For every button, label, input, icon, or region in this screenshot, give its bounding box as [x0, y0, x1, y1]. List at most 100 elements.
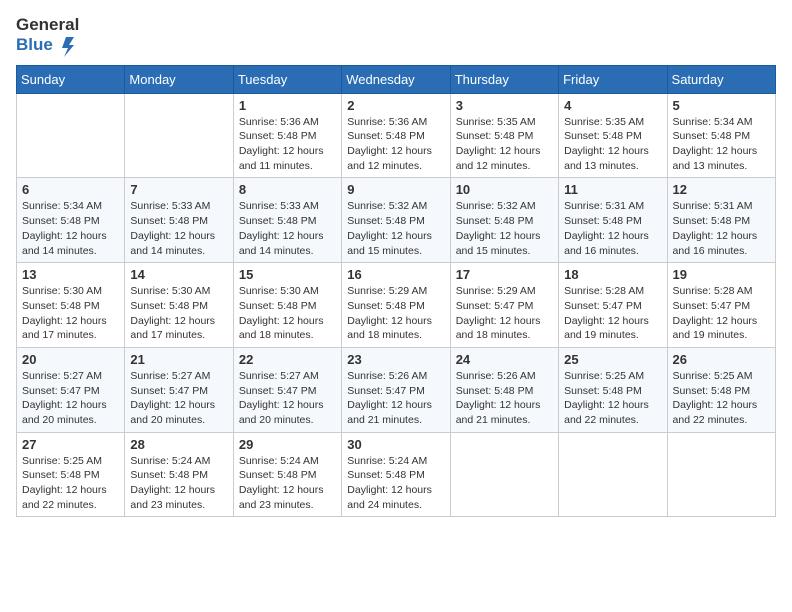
calendar-cell: 12Sunrise: 5:31 AMSunset: 5:48 PMDayligh… — [667, 178, 775, 263]
calendar-cell: 8Sunrise: 5:33 AMSunset: 5:48 PMDaylight… — [233, 178, 341, 263]
calendar-week-row: 6 Sunrise: 5:34 AMSunset: 5:48 PMDaylight… — [17, 178, 776, 263]
calendar-cell: 28 Sunrise: 5:24 AMSunset: 5:48 PMDayligh… — [125, 432, 233, 517]
sunset-text: Sunset: 5:48 PM — [564, 385, 642, 397]
col-header-thursday: Thursday — [450, 65, 558, 93]
sunrise-text: Sunrise: 5:24 AM — [347, 455, 427, 467]
col-header-tuesday: Tuesday — [233, 65, 341, 93]
day-number: 15 — [239, 267, 336, 282]
day-info: Sunrise: 5:28 AMSunset: 5:47 PMDaylight:… — [564, 284, 661, 343]
sunrise-text: Sunrise: 5:33 AM — [239, 200, 319, 212]
sunrise-text: Sunrise: 5:29 AM — [347, 285, 427, 297]
col-header-wednesday: Wednesday — [342, 65, 450, 93]
calendar-cell: 27Sunrise: 5:25 AMSunset: 5:48 PMDayligh… — [17, 432, 125, 517]
sunrise-text: Sunrise: 5:25 AM — [22, 455, 102, 467]
day-number: 23 — [347, 352, 444, 367]
sunrise-text: Sunrise: 5:24 AM — [239, 455, 319, 467]
day-number: 12 — [673, 182, 770, 197]
day-number: 5 — [673, 98, 770, 113]
sunrise-text: Sunrise: 5:24 AM — [130, 455, 210, 467]
sunset-text: Sunset: 5:48 PM — [347, 300, 425, 312]
daylight-text: Daylight: 12 hours and 21 minutes. — [347, 399, 432, 426]
day-number: 3 — [456, 98, 553, 113]
day-number: 17 — [456, 267, 553, 282]
day-number: 14 — [130, 267, 227, 282]
day-info: Sunrise: 5:29 AMSunset: 5:47 PMDaylight:… — [456, 284, 553, 343]
calendar-cell — [450, 432, 558, 517]
sunrise-text: Sunrise: 5:28 AM — [564, 285, 644, 297]
daylight-text: Daylight: 12 hours and 17 minutes. — [22, 315, 107, 342]
day-info: Sunrise: 5:26 AMSunset: 5:48 PMDaylight:… — [456, 369, 553, 428]
calendar-week-row: 13Sunrise: 5:30 AMSunset: 5:48 PMDayligh… — [17, 263, 776, 348]
sunrise-text: Sunrise: 5:32 AM — [347, 200, 427, 212]
day-info: Sunrise: 5:32 AMSunset: 5:48 PMDaylight:… — [347, 199, 444, 258]
day-info: Sunrise: 5:25 AM Sunset: 5:48 PM Daylight:… — [22, 454, 119, 513]
sunset-text: Sunset: 5:48 PM — [22, 300, 100, 312]
sunrise-text: Sunrise: 5:34 AM — [673, 116, 753, 128]
daylight-text: Daylight: 12 hours and 14 minutes. — [239, 230, 324, 257]
calendar-cell: 19Sunrise: 5:28 AMSunset: 5:47 PMDayligh… — [667, 263, 775, 348]
sunrise-text: Sunrise: 5:25 AM — [673, 370, 753, 382]
sunset-text: Sunset: 5:48 PM — [22, 215, 100, 227]
sunset-text: Sunset: 5:48 PM — [673, 130, 751, 142]
calendar-cell: 17 Sunrise: 5:29 AMSunset: 5:47 PMDayligh… — [450, 263, 558, 348]
sunrise-text: Sunrise: 5:36 AM — [239, 116, 319, 128]
col-header-friday: Friday — [559, 65, 667, 93]
day-info: Sunrise: 5:35 AMSunset: 5:48 PMDaylight:… — [456, 115, 553, 174]
sunset-text: Sunset: 5:48 PM — [564, 130, 642, 142]
calendar-cell — [17, 93, 125, 178]
day-number: 28 — [130, 437, 227, 452]
day-number: 13 — [22, 267, 119, 282]
daylight-text: Daylight: 12 hours and 22 minutes. — [22, 484, 107, 511]
calendar-cell: 18Sunrise: 5:28 AMSunset: 5:47 PMDayligh… — [559, 263, 667, 348]
day-info: Sunrise: 5:24 AMSunset: 5:48 PMDaylight:… — [130, 454, 227, 513]
day-info: Sunrise: 5:36 AMSunset: 5:48 PMDaylight:… — [347, 115, 444, 174]
day-number: 20 — [22, 352, 119, 367]
day-number: 7 — [130, 182, 227, 197]
day-info: Sunrise: 5:30 AMSunset: 5:48 PMDaylight:… — [239, 284, 336, 343]
sunrise-text: Sunrise: 5:28 AM — [673, 285, 753, 297]
sunrise-text: Sunrise: 5:25 AM — [564, 370, 644, 382]
day-number: 22 — [239, 352, 336, 367]
sunset-text: Sunset: 5:48 PM — [239, 130, 317, 142]
sunset-text: Sunset: 5:47 PM — [564, 300, 642, 312]
sunset-text: Sunset: 5:48 PM — [673, 215, 751, 227]
day-number: 10 — [456, 182, 553, 197]
calendar-cell: 26Sunrise: 5:25 AMSunset: 5:48 PMDayligh… — [667, 347, 775, 432]
sunset-text: Sunset: 5:47 PM — [673, 300, 751, 312]
sunset-text: Sunset: 5:48 PM — [347, 130, 425, 142]
calendar-cell: 9Sunrise: 5:32 AMSunset: 5:48 PMDaylight… — [342, 178, 450, 263]
calendar-cell: 22Sunrise: 5:27 AMSunset: 5:47 PMDayligh… — [233, 347, 341, 432]
calendar-week-row: 27Sunrise: 5:25 AMSunset: 5:48 PMDayligh… — [17, 432, 776, 517]
sunset-text: Sunset: 5:47 PM — [22, 385, 100, 397]
calendar-cell: 13Sunrise: 5:30 AMSunset: 5:48 PMDayligh… — [17, 263, 125, 348]
sunset-text: Sunset: 5:47 PM — [239, 385, 317, 397]
day-number: 8 — [239, 182, 336, 197]
col-header-monday: Monday — [125, 65, 233, 93]
calendar-cell — [125, 93, 233, 178]
day-number: 30 — [347, 437, 444, 452]
daylight-text: Daylight: 12 hours and 11 minutes. — [239, 145, 324, 172]
day-number: 6 — [22, 182, 119, 197]
daylight-text: Daylight: 12 hours and 24 minutes. — [347, 484, 432, 511]
daylight-text: Daylight: 12 hours and 17 minutes. — [130, 315, 215, 342]
day-info: Sunrise: 5:27 AMSunset: 5:47 PMDaylight:… — [130, 369, 227, 428]
daylight-text: Daylight: 12 hours and 15 minutes. — [347, 230, 432, 257]
day-info: Sunrise: 5:25 AMSunset: 5:48 PMDaylight:… — [564, 369, 661, 428]
day-info: Sunrise: 5:26 AMSunset: 5:47 PMDaylight:… — [347, 369, 444, 428]
sunrise-text: Sunrise: 5:30 AM — [130, 285, 210, 297]
day-info: Sunrise: 5:33 AMSunset: 5:48 PMDaylight:… — [130, 199, 227, 258]
day-info: Sunrise: 5:34 AMSunset: 5:48 PMDaylight:… — [22, 199, 119, 258]
calendar-cell: 7 Sunrise: 5:33 AMSunset: 5:48 PMDaylight… — [125, 178, 233, 263]
day-number: 29 — [239, 437, 336, 452]
day-info: Sunrise: 5:24 AMSunset: 5:48 PMDaylight:… — [239, 454, 336, 513]
day-number: 11 — [564, 182, 661, 197]
calendar-cell — [667, 432, 775, 517]
daylight-text: Daylight: 12 hours and 12 minutes. — [456, 145, 541, 172]
daylight-text: Daylight: 12 hours and 18 minutes. — [347, 315, 432, 342]
calendar-cell: 5Sunrise: 5:34 AMSunset: 5:48 PMDaylight… — [667, 93, 775, 178]
day-number: 18 — [564, 267, 661, 282]
daylight-text: Daylight: 12 hours and 14 minutes. — [130, 230, 215, 257]
sunset-text: Sunset: 5:48 PM — [22, 469, 100, 481]
calendar-cell: 23 Sunrise: 5:26 AMSunset: 5:47 PMDayligh… — [342, 347, 450, 432]
sunrise-text: Sunrise: 5:31 AM — [673, 200, 753, 212]
